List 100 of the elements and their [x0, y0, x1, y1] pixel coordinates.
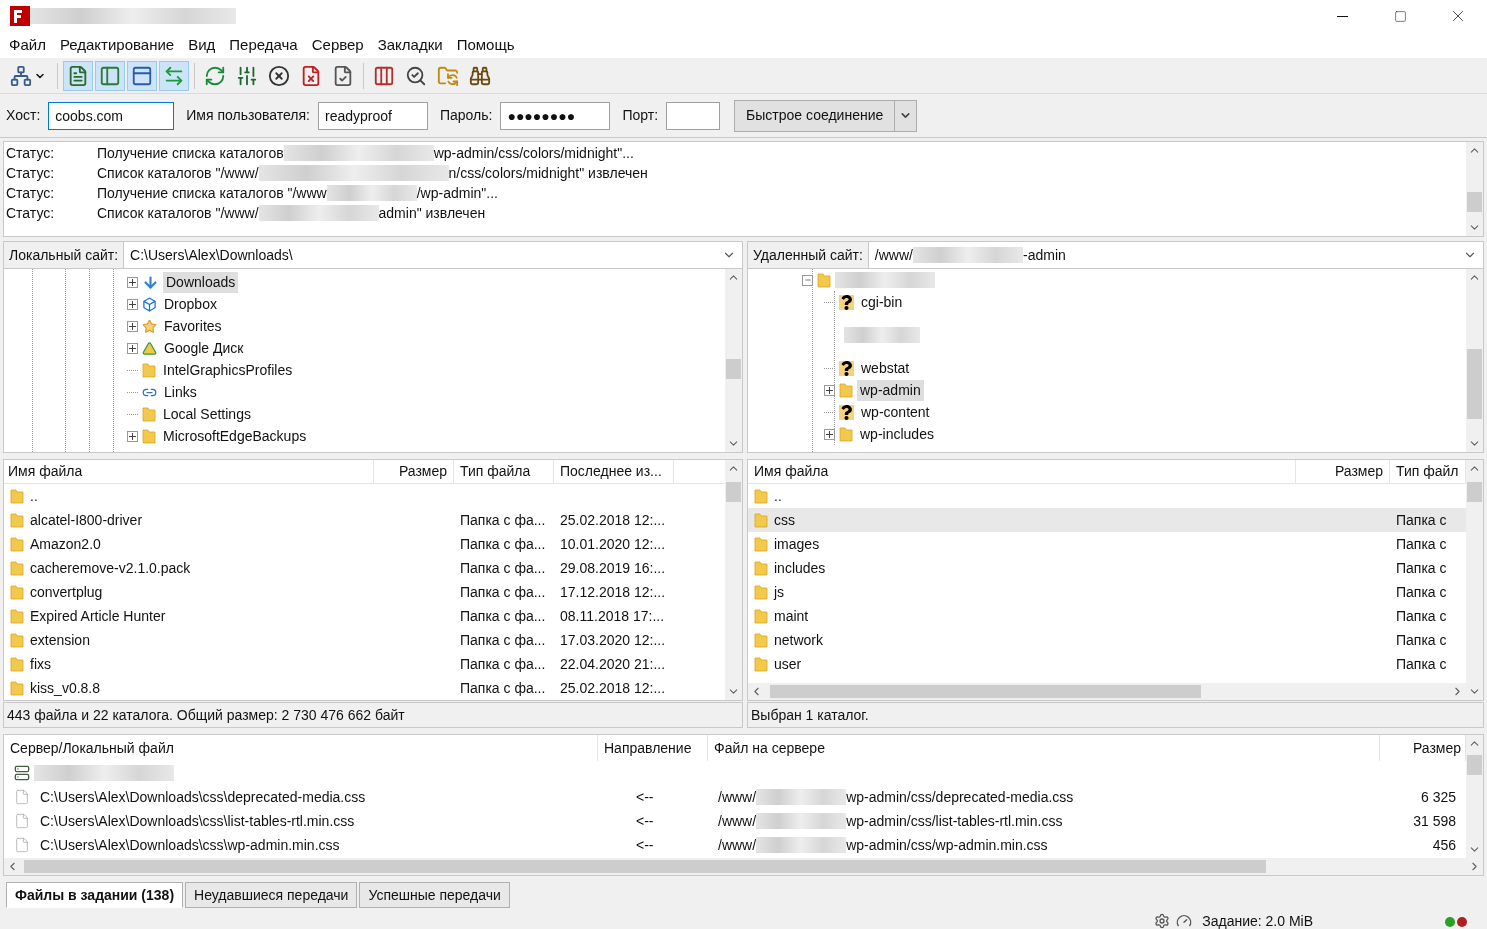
tree-item[interactable]: wp-admin	[857, 379, 924, 401]
activity-lights-icon	[1445, 917, 1467, 927]
folder-icon	[754, 632, 768, 648]
file-name[interactable]: Amazon2.0	[30, 533, 101, 555]
tree-item[interactable]: Dropbox	[161, 293, 220, 315]
expand-icon[interactable]	[127, 276, 138, 288]
column-header[interactable]: Файл на сервере	[708, 735, 1380, 761]
expand-icon[interactable]	[127, 342, 138, 354]
collapse-icon[interactable]	[802, 274, 813, 286]
column-header[interactable]: Размер	[374, 460, 454, 483]
menu-item[interactable]: Редактирование	[52, 33, 182, 58]
quickconnect-button[interactable]: Быстрое соединение	[734, 99, 896, 132]
file-row[interactable]: css Папка с	[748, 508, 1466, 532]
scrollbar[interactable]	[1466, 460, 1483, 700]
file-row[interactable]: images Папка с	[748, 532, 1466, 556]
column-header[interactable]: Направление	[598, 735, 708, 761]
expand-icon[interactable]	[127, 298, 138, 310]
file-name[interactable]: convertplug	[30, 581, 103, 603]
menu-item[interactable]: Файл	[2, 33, 53, 58]
expand-icon[interactable]	[127, 320, 138, 332]
scrollbar[interactable]	[725, 269, 742, 452]
scroll-thumb[interactable]	[1467, 192, 1482, 212]
username-field[interactable]: readyproof	[318, 101, 428, 130]
tab[interactable]: Успешные передачи	[359, 882, 510, 908]
scrollbar[interactable]	[748, 683, 1466, 700]
file-type: Папка с	[1395, 630, 1447, 650]
maximize-icon	[1393, 9, 1407, 23]
file-name[interactable]: alcatel-I800-driver	[30, 509, 143, 531]
column-header[interactable]: Имя файла	[748, 460, 1296, 483]
log-message: admin" извлечен	[378, 203, 486, 223]
column-header[interactable]: Тип файла	[454, 460, 554, 483]
file-row[interactable]: maint Папка с	[748, 604, 1466, 628]
host-field[interactable]: coobs.com	[48, 101, 175, 130]
scroll-thumb[interactable]	[1467, 349, 1482, 419]
tree-item[interactable]: MicrosoftEdgeBackups	[160, 425, 310, 447]
document-icon	[67, 64, 89, 87]
file-row[interactable]: ..	[748, 484, 1466, 508]
column-header[interactable]: Размер	[1296, 460, 1390, 483]
file-size: 31 598	[1412, 811, 1457, 831]
scroll-thumb[interactable]	[726, 359, 741, 379]
local-file: C:\Users\Alex\Downloads\css\wp-admin.min.css	[40, 835, 340, 855]
folder-icon	[10, 656, 24, 672]
expand-icon[interactable]	[824, 384, 835, 396]
file-name: network	[774, 630, 824, 650]
scrollbar[interactable]	[1466, 142, 1483, 236]
scrollbar[interactable]	[1466, 735, 1483, 858]
scroll-thumb[interactable]	[726, 482, 741, 502]
tree-item[interactable]: Favorites	[161, 315, 225, 337]
column-header[interactable]: Последнее из...	[554, 460, 674, 483]
scroll-thumb[interactable]	[1467, 755, 1482, 775]
file-row[interactable]: network Папка с	[748, 628, 1466, 652]
scrollbar[interactable]	[4, 858, 1483, 875]
column-header[interactable]: Сервер/Локальный файл	[4, 735, 598, 761]
file-name[interactable]: cacheremove-v2.1.0.pack	[30, 557, 191, 579]
columns-icon	[373, 64, 395, 87]
file-name: ..	[774, 486, 782, 506]
remote-file: /www/	[718, 811, 757, 831]
file-name[interactable]: Expired Article Hunter	[30, 605, 166, 627]
tab[interactable]: Неудавшиеся передачи	[185, 882, 358, 908]
file-name: css	[774, 510, 795, 530]
menu-item[interactable]: Вид	[181, 33, 223, 58]
file-name[interactable]: extension	[30, 629, 90, 651]
file-row[interactable]: user Папка с	[748, 652, 1466, 676]
triangle-icon	[142, 340, 157, 356]
file-name: images	[774, 534, 820, 554]
menu-item[interactable]: Передача	[222, 33, 305, 58]
dropdown-button[interactable]	[895, 99, 918, 132]
menu-item[interactable]: Закладки	[370, 33, 450, 58]
file-row[interactable]: includes Папка с	[748, 556, 1466, 580]
file-type: Папка с фа...	[459, 510, 547, 530]
remote-file: wp-admin/css/list-tables-rtl.min.css	[846, 811, 1063, 831]
port-field[interactable]	[666, 101, 721, 130]
sync-icon	[437, 64, 459, 87]
binoculars-icon	[469, 64, 491, 87]
scroll-thumb[interactable]	[770, 685, 1201, 698]
column-header[interactable]: Имя файла	[4, 460, 374, 483]
expand-icon[interactable]	[824, 428, 835, 440]
file-size: 456	[1431, 835, 1457, 855]
tree-item[interactable]: Local Settings	[160, 403, 254, 425]
scroll-thumb[interactable]	[1467, 482, 1482, 502]
toolbar-button[interactable]	[127, 60, 157, 91]
scrollbar[interactable]	[1466, 269, 1483, 452]
arrows-icon	[163, 64, 185, 87]
file-name[interactable]: fixs	[30, 653, 51, 675]
tree-item[interactable]: Google Диск	[161, 337, 247, 359]
file-name[interactable]: kiss_v0.8.8	[30, 677, 101, 699]
folder-icon	[10, 608, 24, 624]
password-field[interactable]: ●●●●●●●●	[500, 101, 611, 130]
file-name[interactable]: ..	[30, 485, 38, 507]
file-row[interactable]: js Папка с	[748, 580, 1466, 604]
menu-item[interactable]: Сервер	[304, 33, 371, 58]
menu-item[interactable]: Помощь	[449, 33, 522, 58]
tab[interactable]: Файлы в задании (138)	[6, 882, 184, 908]
scrollbar[interactable]	[725, 460, 742, 700]
tree-item[interactable]: IntelGraphicsProfiles	[160, 359, 296, 381]
toolbar-button[interactable]	[63, 60, 93, 91]
tree-item[interactable]: Links	[161, 381, 200, 403]
scroll-thumb[interactable]	[24, 860, 1267, 873]
tree-item[interactable]: Downloads	[163, 271, 239, 293]
expand-icon[interactable]	[127, 430, 138, 442]
